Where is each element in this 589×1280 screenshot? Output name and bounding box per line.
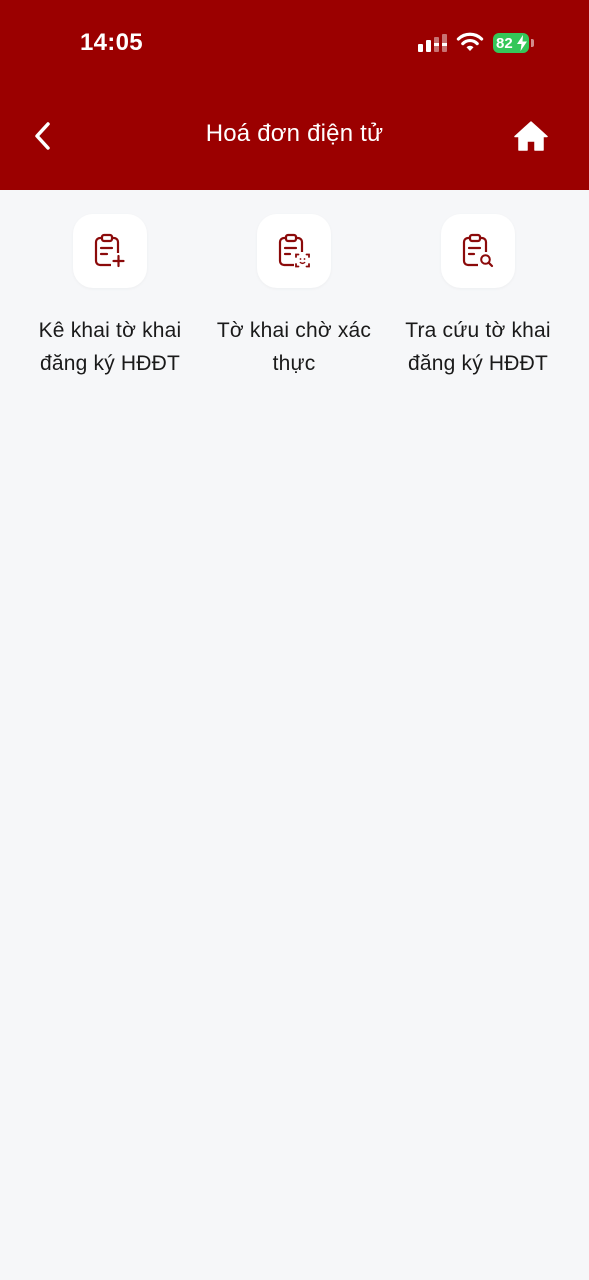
status-time: 14:05 (80, 29, 143, 56)
bolt-icon (517, 35, 527, 51)
wifi-icon (456, 32, 484, 51)
menu-item-label-line1: Kê khai tờ khai (38, 319, 182, 342)
clipboard-add-icon (94, 233, 126, 268)
menu-item-label-line1: Tra cứu tờ khai (405, 319, 551, 342)
menu-item-label-line2: đăng ký HĐĐT (407, 352, 549, 375)
page-title: Hoá đơn điện tử (205, 120, 384, 147)
clipboard-search-icon (462, 233, 495, 269)
menu-item-label: Kê khai tờ khai đăng ký HĐĐT (18, 314, 202, 380)
clipboard-face-scan-icon (278, 233, 311, 269)
menu-item-label: Tra cứu tờ khai đăng ký HĐĐT (386, 314, 570, 380)
battery-tip (531, 39, 534, 47)
battery-level: 82 (496, 34, 513, 52)
battery-icon: 82 (493, 33, 529, 53)
menu-item-cho-xac-thuc[interactable]: Tờ khai chờ xác thực (202, 214, 386, 380)
menu-item-label: Tờ khai chờ xác thực (202, 314, 386, 380)
menu-item-ke-khai[interactable]: Kê khai tờ khai đăng ký HĐĐT (18, 214, 202, 380)
menu-item-label-line2: thực (272, 352, 316, 375)
menu-item-icon-box (73, 214, 147, 288)
menu-item-label-line1: Tờ khai chờ xác (216, 319, 372, 342)
home-button[interactable] (511, 116, 551, 156)
menu-item-icon-box (441, 214, 515, 288)
home-icon (514, 121, 548, 151)
menu-item-icon-box (257, 214, 331, 288)
header: 14:05 82 Hoá đơn điện tử (0, 0, 589, 190)
status-bar: 14:05 82 (0, 0, 589, 90)
menu-item-label-line2: đăng ký HĐĐT (39, 352, 181, 375)
nav-bar: Hoá đơn điện tử (0, 100, 589, 172)
menu-item-tra-cuu[interactable]: Tra cứu tờ khai đăng ký HĐĐT (386, 214, 570, 380)
signal-icon (418, 34, 447, 52)
